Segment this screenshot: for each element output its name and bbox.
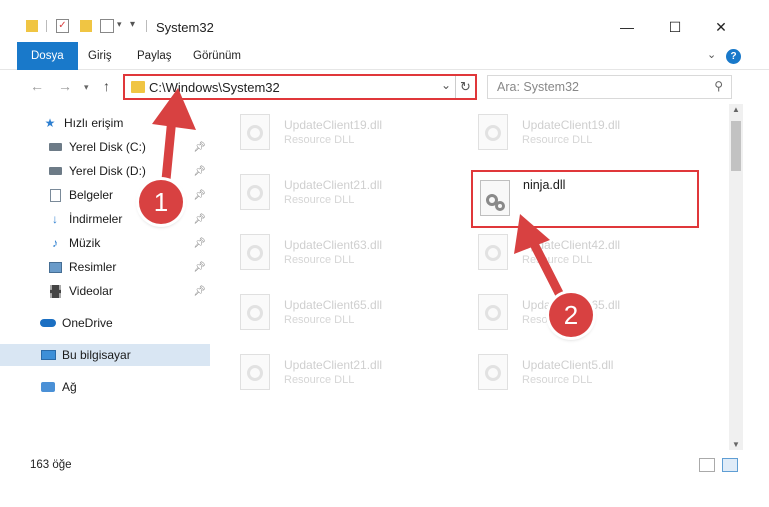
arrow-to-ninja-dll: [514, 214, 570, 310]
callout-step-1: 1: [139, 180, 183, 224]
annotation-arrows: [152, 88, 570, 310]
callout-step-2: 2: [549, 293, 593, 337]
arrow-to-address-bar: [152, 88, 196, 195]
